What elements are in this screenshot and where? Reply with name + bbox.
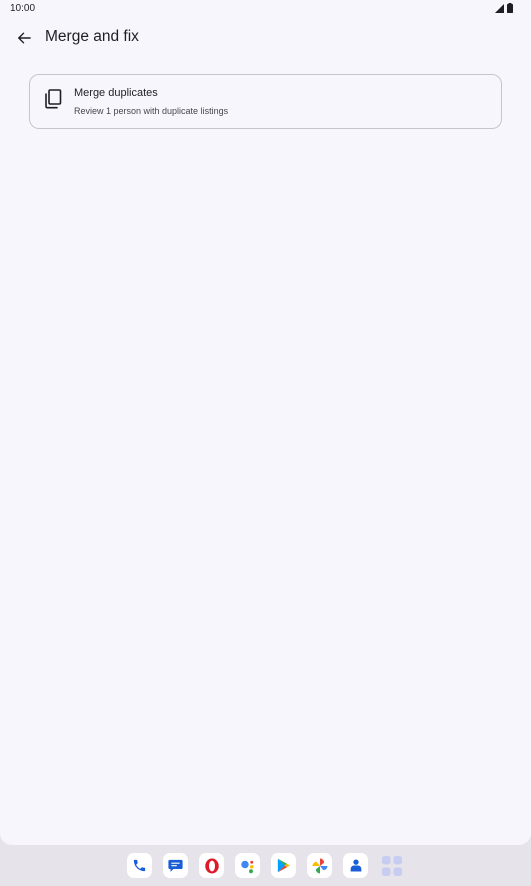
phone-app[interactable] xyxy=(127,853,152,878)
contacts-icon xyxy=(350,859,361,872)
messages-icon xyxy=(168,859,183,872)
battery-icon xyxy=(507,3,513,13)
contacts-app[interactable] xyxy=(343,853,368,878)
opera-app[interactable] xyxy=(199,853,224,878)
assistant-app[interactable] xyxy=(235,853,260,878)
photos-icon xyxy=(312,858,327,873)
status-bar: 10:00 xyxy=(0,0,531,18)
phone-icon xyxy=(133,859,146,872)
play-store-app[interactable] xyxy=(271,853,296,878)
app-bar: Merge and fix xyxy=(0,18,531,58)
photos-app[interactable] xyxy=(307,853,332,878)
arrow-back-icon xyxy=(18,32,31,44)
screen: 10:00 Merge and fix Merge duplicates Rev… xyxy=(0,0,531,845)
status-time: 10:00 xyxy=(10,3,36,14)
merge-duplicates-card[interactable]: Merge duplicates Review 1 person with du… xyxy=(29,74,502,129)
app-drawer[interactable] xyxy=(379,853,404,878)
card-title: Merge duplicates xyxy=(74,87,158,99)
signal-icon xyxy=(495,3,504,13)
dock xyxy=(0,845,531,886)
page-title: Merge and fix xyxy=(45,28,139,45)
assistant-icon xyxy=(240,860,254,873)
opera-icon xyxy=(204,858,219,873)
dock-row xyxy=(127,853,404,878)
status-icons xyxy=(495,3,513,13)
card-subtitle: Review 1 person with duplicate listings xyxy=(74,106,229,116)
back-button[interactable] xyxy=(12,26,36,50)
messages-app[interactable] xyxy=(163,853,188,878)
play-store-icon xyxy=(277,858,290,873)
copy-icon xyxy=(45,89,62,109)
apps-grid-icon xyxy=(381,855,402,876)
